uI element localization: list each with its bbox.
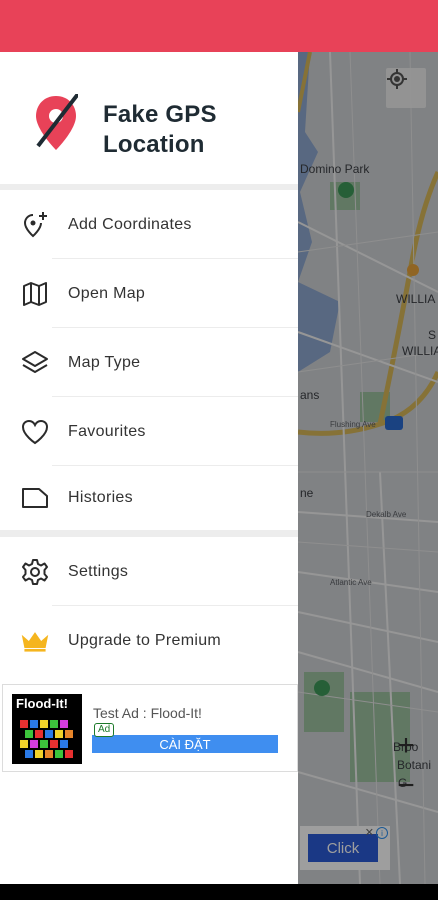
- heart-icon: [20, 417, 50, 447]
- ad-install-button[interactable]: CÀI ĐẶT: [92, 735, 278, 753]
- menu-item-label: Settings: [68, 562, 129, 580]
- menu-item-add-coordinates[interactable]: Add Coordinates: [0, 190, 298, 259]
- menu-group-secondary: Settings Upgrade to Premium: [0, 537, 298, 675]
- status-bar: [0, 0, 438, 52]
- ad-badge: Ad: [94, 723, 115, 737]
- app-logo-icon: [36, 94, 78, 150]
- menu-item-label: Open Map: [68, 284, 146, 302]
- map-icon: [20, 279, 50, 309]
- section-divider: [0, 530, 298, 537]
- menu-item-label: Upgrade to Premium: [68, 631, 222, 649]
- menu-item-upgrade-premium[interactable]: Upgrade to Premium: [0, 606, 298, 675]
- menu-item-label: Favourites: [68, 422, 146, 440]
- navigation-drawer: Fake GPS Location Add Coordinates Open M: [0, 52, 298, 884]
- menu-item-favourites[interactable]: Favourites: [0, 397, 298, 466]
- menu-item-histories[interactable]: Histories: [0, 466, 298, 530]
- menu-item-label: Map Type: [68, 353, 141, 371]
- gear-icon: [20, 557, 50, 587]
- drawer-header: Fake GPS Location: [0, 52, 298, 190]
- menu-item-label: Histories: [68, 489, 133, 506]
- history-label-icon: [20, 483, 50, 513]
- menu-item-settings[interactable]: Settings: [0, 537, 298, 606]
- layers-icon: [20, 348, 50, 378]
- menu-item-map-type[interactable]: Map Type: [0, 328, 298, 397]
- menu-group-main: Add Coordinates Open Map Map Type Favour…: [0, 190, 298, 530]
- ad-image-title: Flood-It!: [16, 696, 68, 711]
- drawer-scrim[interactable]: [298, 52, 438, 884]
- system-nav-bar: [0, 884, 438, 900]
- ad-image[interactable]: Flood-It!: [12, 694, 82, 764]
- crown-icon: [20, 626, 50, 656]
- native-ad[interactable]: Flood-It! Test Ad : Flood-It! Ad CÀI ĐẶT: [2, 684, 298, 772]
- menu-item-open-map[interactable]: Open Map: [0, 259, 298, 328]
- ad-title[interactable]: Test Ad : Flood-It!: [93, 705, 202, 721]
- app-title: Fake GPS Location: [103, 101, 217, 158]
- add-location-icon: [20, 210, 50, 240]
- menu-item-label: Add Coordinates: [68, 215, 192, 233]
